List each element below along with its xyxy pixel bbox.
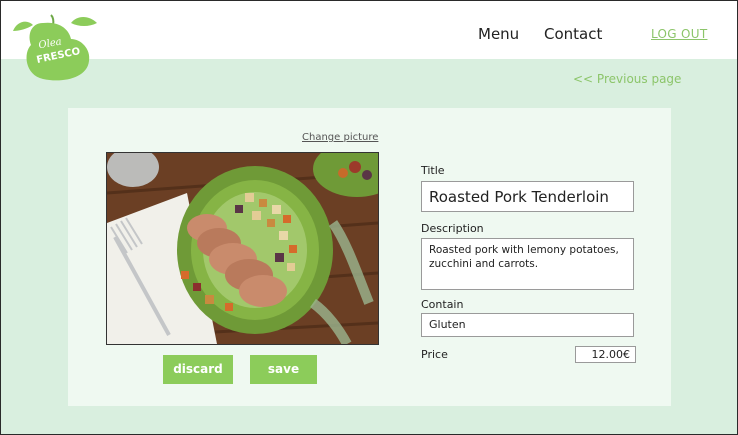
- app-frame: Olea FRESCO Menu Contact LOG OUT << Prev…: [0, 0, 738, 435]
- top-header: Olea FRESCO Menu Contact LOG OUT: [1, 1, 737, 81]
- change-picture-link[interactable]: Change picture: [302, 132, 378, 143]
- olea-fresco-logo[interactable]: Olea FRESCO: [7, 9, 99, 83]
- price-input[interactable]: 12.00€: [575, 346, 636, 363]
- title-label: Title: [421, 164, 445, 177]
- dish-editor-card: Change picture discard save Title Roaste…: [68, 108, 671, 406]
- logout-link[interactable]: LOG OUT: [651, 27, 707, 41]
- nav-contact[interactable]: Contact: [544, 25, 602, 43]
- discard-button[interactable]: discard: [163, 355, 233, 384]
- previous-page-link[interactable]: << Previous page: [573, 72, 681, 86]
- dish-photo-illustration: [107, 153, 378, 344]
- title-input[interactable]: Roasted Pork Tenderloin: [421, 181, 634, 212]
- dish-photo: [106, 152, 379, 345]
- contain-input[interactable]: Gluten: [421, 313, 634, 337]
- contain-label: Contain: [421, 298, 464, 311]
- price-label: Price: [421, 348, 448, 361]
- save-button[interactable]: save: [250, 355, 317, 384]
- description-textarea[interactable]: Roasted pork with lemony potatoes, zucch…: [421, 238, 634, 290]
- description-label: Description: [421, 222, 484, 235]
- nav-menu[interactable]: Menu: [478, 25, 519, 43]
